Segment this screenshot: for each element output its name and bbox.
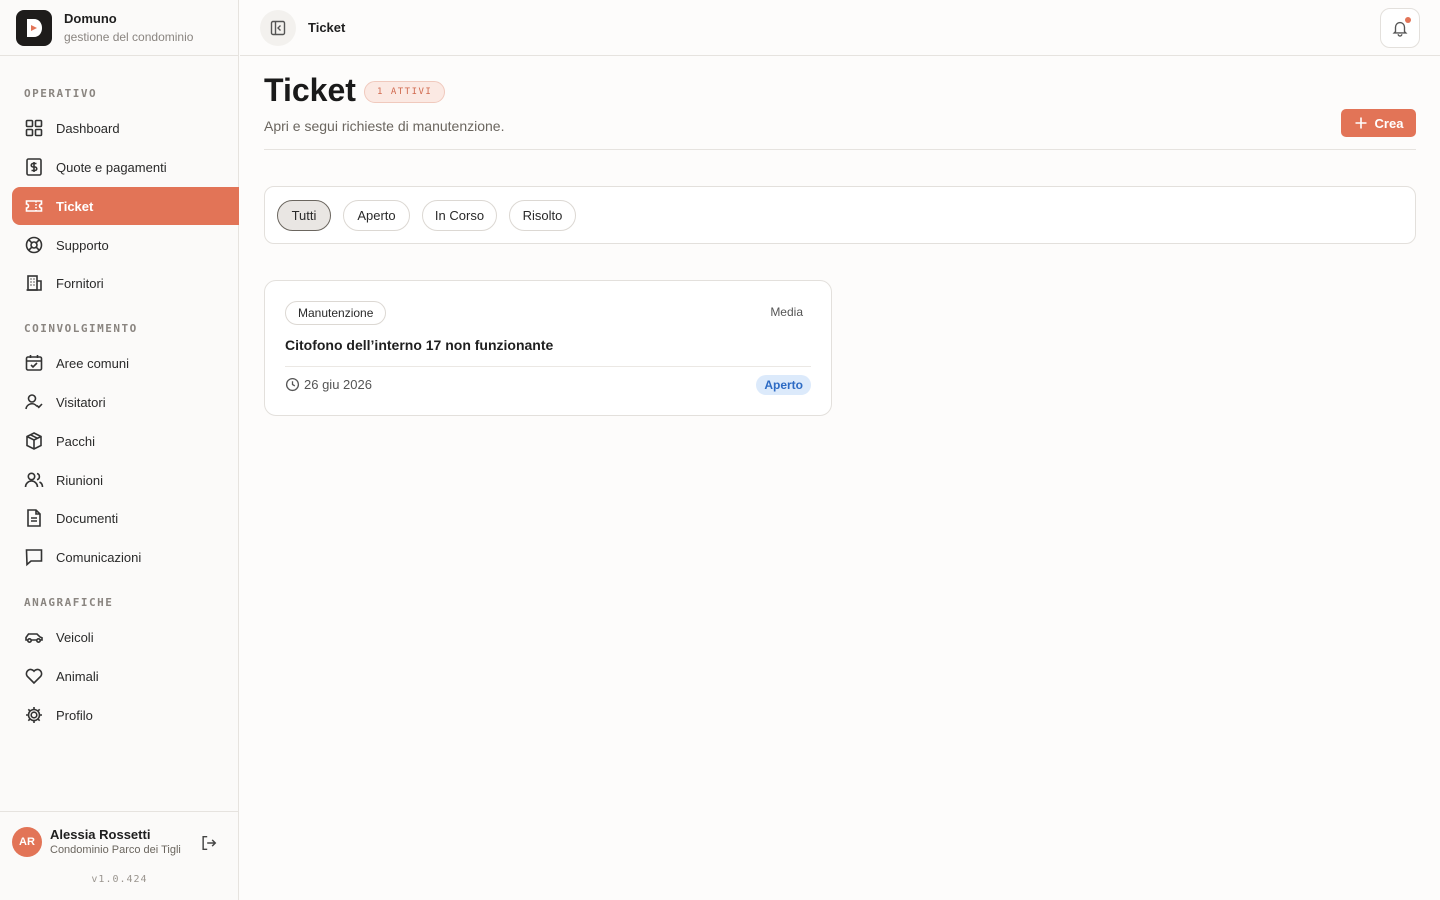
status-badge: Aperto [756, 375, 811, 395]
avatar[interactable]: AR [12, 827, 42, 857]
document-icon [27, 509, 41, 527]
create-ticket-button[interactable]: Crea [1341, 109, 1416, 137]
sidebar-item-documenti[interactable]: Documenti [12, 499, 239, 537]
app-name: Domuno [64, 11, 117, 26]
sidebar-item-ticket[interactable]: Ticket [12, 187, 239, 225]
sidebar-item-label: Riunioni [56, 472, 103, 488]
receipt-dollar-icon [26, 158, 42, 176]
sidebar-item-animali[interactable]: Animali [12, 657, 239, 695]
notification-dot [1405, 17, 1411, 23]
sidebar-item-label: Profilo [56, 707, 93, 723]
sidebar-item-label: Fornitori [56, 275, 104, 291]
section-label-anagrafiche: ANAGRAFICHE [24, 596, 114, 609]
user-block: AR Alessia Rossetti Condominio Parco dei… [0, 811, 239, 900]
users-icon [24, 472, 44, 488]
calendar-check-icon [25, 355, 43, 371]
sidebar-item-profilo[interactable]: Profilo [12, 696, 239, 734]
active-count-badge: 1 ATTIVI [364, 81, 446, 103]
app-tagline: gestione del condominio [64, 30, 194, 44]
sidebar-item-label: Pacchi [56, 433, 96, 449]
ticket-card[interactable]: Manutenzione Media Citofono dell’interno… [264, 280, 832, 416]
ticket-date-text: 26 giu 2026 [304, 377, 372, 392]
sidebar-item-label: Veicoli [56, 629, 94, 645]
clock-icon [285, 377, 300, 392]
sidebar-collapse-icon [270, 20, 286, 36]
user-org: Condominio Parco dei Tigli [50, 844, 181, 856]
sidebar-item-dashboard[interactable]: Dashboard [12, 109, 239, 147]
sidebar-item-label: Aree comuni [56, 355, 129, 371]
sidebar-item-pacchi[interactable]: Pacchi [12, 422, 239, 460]
sidebar-item-fornitori[interactable]: Fornitori [12, 264, 239, 302]
filter-chip-tutti[interactable]: Tutti [277, 200, 331, 231]
ticket-priority: Media [770, 305, 803, 319]
ticket-title: Citofono dell’interno 17 non funzionante [285, 337, 554, 353]
user-check-icon [25, 394, 43, 410]
sidebar-item-comunicazioni[interactable]: Comunicazioni [12, 538, 239, 576]
topbar: Ticket [240, 0, 1440, 56]
status-filter-bar: Tutti Aperto In Corso Risolto [264, 186, 1416, 244]
package-icon [26, 432, 42, 450]
sidebar-item-label: Comunicazioni [56, 549, 142, 565]
page-title: Ticket [264, 72, 356, 108]
building-icon [26, 275, 42, 291]
app-version: v1.0.424 [91, 874, 148, 885]
sidebar-item-riunioni[interactable]: Riunioni [12, 461, 239, 499]
sidebar-item-label: Dashboard [56, 120, 120, 136]
sidebar-item-label: Quote e pagamenti [56, 159, 167, 175]
notifications-button[interactable] [1380, 8, 1420, 48]
sidebar-item-visitatori[interactable]: Visitatori [12, 383, 239, 421]
user-name: Alessia Rossetti [50, 827, 151, 842]
section-label-operativo: OPERATIVO [24, 87, 98, 100]
heart-icon [25, 668, 43, 685]
page-subtitle: Apri e segui richieste di manutenzione. [264, 118, 505, 134]
sidebar-item-label: Visitatori [56, 394, 106, 410]
filter-chip-aperto[interactable]: Aperto [343, 200, 410, 231]
brand[interactable]: Domuno gestione del condominio [0, 0, 238, 56]
header-divider [264, 149, 1416, 150]
sidebar-toggle-button[interactable] [260, 10, 296, 46]
breadcrumb: Ticket [308, 20, 346, 35]
sidebar-item-label: Supporto [56, 237, 109, 253]
sidebar-item-quote-pagamenti[interactable]: Quote e pagamenti [12, 148, 239, 186]
logo [16, 9, 52, 46]
filter-chip-risolto[interactable]: Risolto [509, 200, 576, 231]
sidebar-item-label: Animali [56, 668, 99, 684]
car-icon [25, 633, 43, 644]
ticket-icon [25, 200, 43, 212]
sidebar-item-aree-comuni[interactable]: Aree comuni [12, 344, 239, 382]
logout-icon[interactable] [200, 834, 218, 852]
plus-icon [1355, 117, 1367, 129]
sidebar: Domuno gestione del condominio OPERATIVO… [0, 0, 239, 900]
sidebar-item-label: Documenti [56, 510, 119, 526]
create-button-label: Crea [1374, 115, 1404, 131]
message-icon [25, 549, 43, 567]
section-label-coinvolgimento: COINVOLGIMENTO [24, 322, 138, 335]
lifebuoy-icon [25, 236, 43, 254]
filter-chip-in-corso[interactable]: In Corso [422, 200, 497, 231]
sidebar-item-supporto[interactable]: Supporto [12, 226, 239, 264]
gear-icon [26, 707, 42, 723]
dashboard-icon [25, 119, 43, 137]
sidebar-item-veicoli[interactable]: Veicoli [12, 618, 239, 656]
ticket-category-tag: Manutenzione [285, 301, 387, 325]
sidebar-item-label: Ticket [56, 198, 94, 214]
ticket-date: 26 giu 2026 [285, 377, 372, 392]
card-divider [285, 366, 811, 367]
